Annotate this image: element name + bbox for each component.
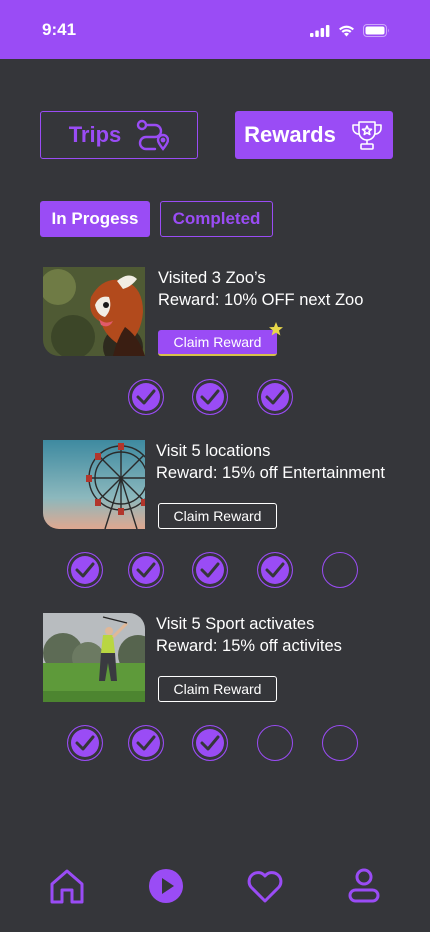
heart-icon[interactable] — [246, 868, 284, 904]
reward-title: Visit 5 Sport activates — [156, 615, 315, 633]
check-icon — [136, 562, 156, 578]
route-icon — [137, 119, 170, 151]
progress-check-empty — [322, 552, 358, 588]
wifi-icon — [339, 25, 354, 36]
status-time: 9:41 — [42, 20, 77, 39]
check-icon — [265, 562, 285, 578]
claim-reward-button[interactable]: Claim Reward — [158, 330, 277, 356]
claim-reward-label: Claim Reward — [173, 508, 262, 524]
check-icon — [200, 735, 220, 751]
signal-icon — [310, 24, 330, 37]
progress-check-done — [257, 552, 293, 588]
play-icon[interactable] — [148, 868, 184, 904]
tab-in-progress-label: In Progess — [51, 209, 139, 228]
rewards-label: Rewards — [244, 122, 336, 147]
progress-check-done — [128, 552, 164, 588]
trophy-icon — [352, 121, 382, 150]
check-icon — [265, 389, 285, 405]
reward-title: Visit 5 locations — [156, 442, 271, 460]
tab-completed[interactable]: Completed — [160, 201, 273, 237]
profile-icon[interactable] — [347, 868, 381, 904]
tab-in-progress[interactable]: In Progess — [40, 201, 150, 237]
star-icon — [269, 322, 283, 336]
status-bar: 9:41 — [0, 0, 430, 59]
reward-description: Reward: 15% off activites — [156, 637, 342, 655]
progress-check-done — [128, 379, 164, 415]
progress-check-done — [67, 725, 103, 761]
reward-title: Visited 3 Zoo’s — [158, 269, 266, 287]
claim-reward-label: Claim Reward — [173, 334, 262, 350]
tab-completed-label: Completed — [172, 209, 261, 228]
ferris-wheel-image — [43, 440, 145, 529]
claim-reward-button[interactable]: Claim Reward — [158, 676, 277, 702]
progress-check-done — [192, 725, 228, 761]
red-panda-image — [43, 267, 145, 356]
check-icon — [136, 735, 156, 751]
home-icon[interactable] — [48, 868, 86, 906]
golfer-image — [43, 613, 145, 702]
claim-reward-label: Claim Reward — [173, 681, 262, 697]
progress-check-done — [192, 379, 228, 415]
trips-button[interactable]: Trips — [40, 111, 198, 159]
check-icon — [75, 735, 95, 751]
check-icon — [75, 562, 95, 578]
claim-reward-button[interactable]: Claim Reward — [158, 503, 277, 529]
rewards-button[interactable]: Rewards — [235, 111, 393, 159]
battery-icon — [363, 24, 389, 37]
reward-description: Reward: 10% OFF next Zoo — [158, 291, 364, 309]
progress-check-empty — [322, 725, 358, 761]
reward-description: Reward: 15% off Entertainment — [156, 464, 385, 482]
progress-check-done — [128, 725, 164, 761]
check-icon — [200, 389, 220, 405]
check-icon — [200, 562, 220, 578]
progress-check-empty — [257, 725, 293, 761]
trips-label: Trips — [68, 122, 122, 147]
check-icon — [136, 389, 156, 405]
progress-check-done — [257, 379, 293, 415]
progress-check-done — [67, 552, 103, 588]
status-icons — [310, 24, 390, 37]
progress-check-done — [192, 552, 228, 588]
